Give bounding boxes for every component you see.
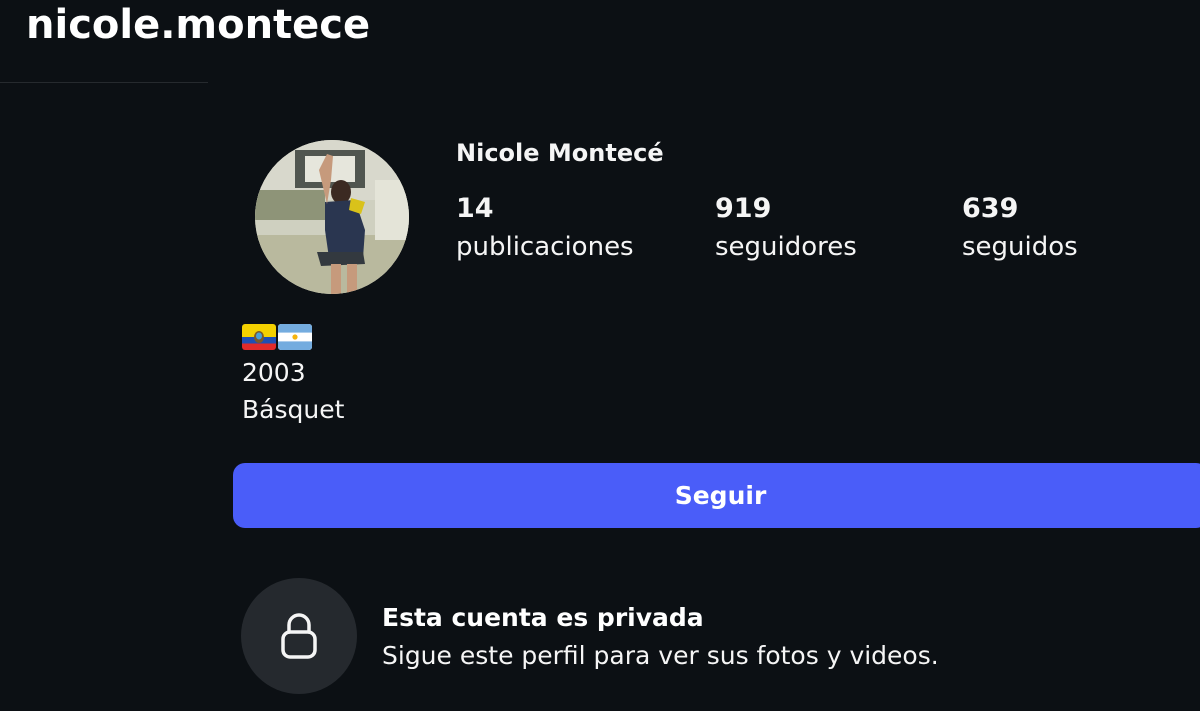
bio-flags [242,320,344,354]
stat-followers[interactable]: 919 seguidores [715,190,857,266]
stat-following[interactable]: 639 seguidos [962,190,1078,266]
stat-posts: 14 publicaciones [456,190,634,266]
profile-page: nicole.montece Nicole Montecé 14 publica… [0,0,1200,711]
stat-posts-count: 14 [456,193,494,224]
stat-posts-label: publicaciones [456,232,634,262]
avatar[interactable] [255,140,409,294]
avatar-photo [255,140,409,294]
profile-display-name: Nicole Montecé [456,139,664,167]
bio-line-year: 2003 [242,358,306,387]
follow-button[interactable]: Seguir [233,463,1200,528]
stat-followers-label: seguidores [715,232,857,262]
stat-following-count: 639 [962,193,1019,224]
lock-icon [281,613,317,659]
private-account-title: Esta cuenta es privada [382,603,704,632]
private-lock-badge [241,578,357,694]
stat-followers-count: 919 [715,193,772,224]
flag-ecuador-icon [242,324,276,350]
profile-bio: 2003 Básquet [242,320,344,428]
private-account-subtitle: Sigue este perfil para ver sus fotos y v… [382,641,939,670]
header-divider [0,82,208,83]
bio-line-sport: Básquet [242,395,345,424]
profile-username: nicole.montece [26,2,371,48]
flag-argentina-icon [278,324,312,350]
stat-following-label: seguidos [962,232,1078,262]
